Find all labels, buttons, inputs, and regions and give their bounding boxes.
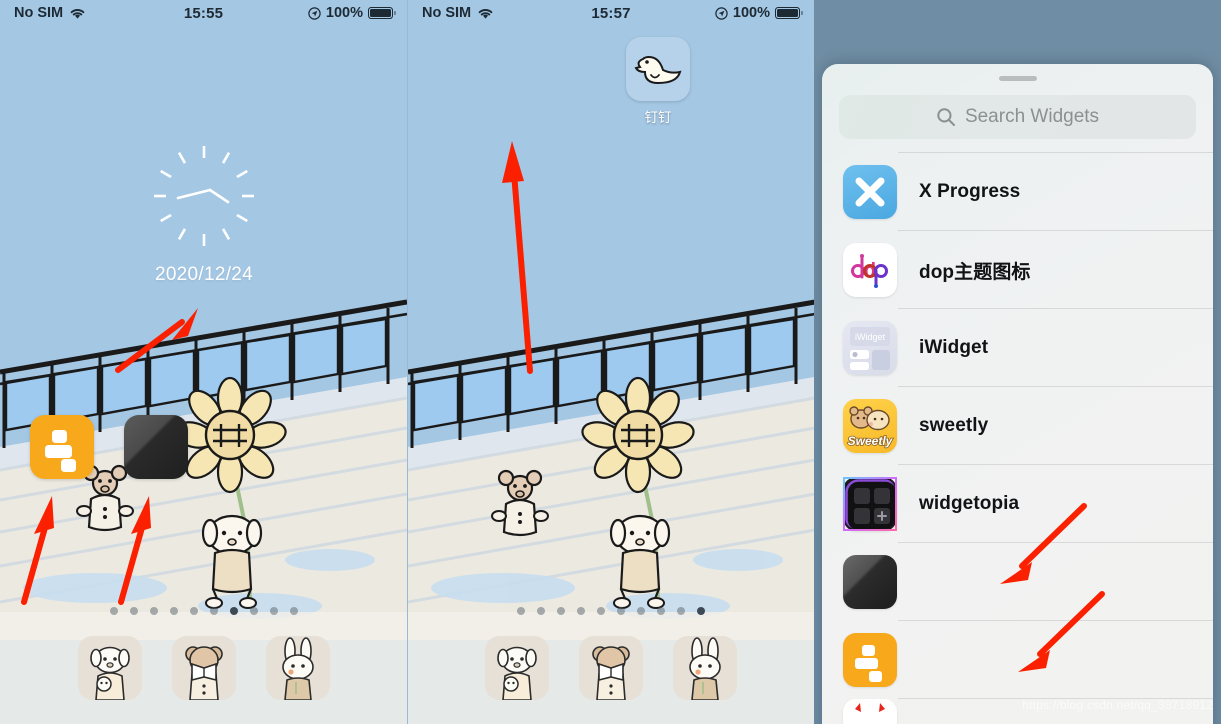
orange-icon-art xyxy=(30,415,94,479)
clock-face xyxy=(148,140,260,252)
minimal-clock-widget[interactable]: 2020/12/24 xyxy=(148,140,260,286)
dock-icon-rabbit[interactable] xyxy=(673,636,737,700)
widget-list-item-dark[interactable] xyxy=(822,543,1213,621)
page-dot[interactable] xyxy=(637,607,645,615)
widget-list-item-orange[interactable] xyxy=(822,621,1213,699)
widget-list-item-label: sweetly xyxy=(919,415,989,436)
widget-gallery-panel: Search Widgets X Progress d o xyxy=(814,0,1221,724)
widgetopia-app-icon xyxy=(843,477,897,531)
duck-icon-art xyxy=(626,37,690,101)
battery-full-icon xyxy=(775,7,803,19)
page-dot[interactable] xyxy=(149,607,158,615)
app-label: 钉钉 xyxy=(644,110,672,125)
widget-list-item-label: dop主题图标 xyxy=(919,261,1031,283)
dock xyxy=(408,612,814,724)
dop-app-icon: d o xyxy=(843,243,897,297)
dock-icon-bear-reading[interactable] xyxy=(579,636,643,700)
partial-white-red-app-icon xyxy=(843,699,897,724)
widget-list-item-label: widgetopia xyxy=(919,493,1020,514)
status-bar: No SIM 15:57 100% xyxy=(408,0,814,26)
svg-text:iWidget: iWidget xyxy=(855,332,886,342)
svg-text:Sweetly: Sweetly xyxy=(848,434,894,448)
search-icon xyxy=(937,108,955,126)
widget-list: X Progress d o xyxy=(822,152,1213,724)
widget-list-item-x-progress[interactable]: X Progress xyxy=(822,152,1213,231)
status-bar: No SIM 15:55 100% xyxy=(0,0,407,26)
page-dot[interactable] xyxy=(557,607,565,615)
page-dot[interactable] xyxy=(189,607,198,615)
dock-icon-dog[interactable] xyxy=(77,636,142,700)
widget-orange-app-icon[interactable] xyxy=(30,415,94,484)
page-dot[interactable] xyxy=(577,607,585,615)
location-arrow-icon xyxy=(308,6,321,20)
dark-glossy-app-icon[interactable] xyxy=(124,415,188,484)
screenshot-root: No SIM 15:55 100% 2020/12/24 No SIM 15:5… xyxy=(0,0,1221,724)
page-dot[interactable] xyxy=(269,607,278,615)
widget-list-item-widgetopia[interactable]: widgetopia xyxy=(822,465,1213,543)
widget-list-item-label: X Progress xyxy=(919,181,1021,202)
battery-full-icon xyxy=(368,7,396,19)
widget-gallery-sheet: Search Widgets X Progress d o xyxy=(822,64,1213,724)
sheet-grabber[interactable] xyxy=(998,76,1037,81)
iwidget-app-icon: iWidget xyxy=(843,321,897,375)
x-progress-app-icon xyxy=(843,165,897,219)
dark-glossy-app-icon xyxy=(843,555,897,609)
widget-orange-app-icon xyxy=(843,633,897,687)
widget-list-item-iwidget[interactable]: iWidget iWidget xyxy=(822,309,1213,387)
page-dot[interactable] xyxy=(657,607,665,615)
page-dot[interactable] xyxy=(677,607,685,615)
search-placeholder: Search Widgets xyxy=(964,106,1100,127)
location-arrow-icon xyxy=(715,6,728,20)
page-dot[interactable] xyxy=(517,607,525,615)
dock-icon-rabbit[interactable] xyxy=(265,636,330,700)
page-dot[interactable] xyxy=(169,607,178,615)
widget-list-item-dop[interactable]: d o dop主题图标 xyxy=(822,231,1213,309)
widget-list-item-sweetly[interactable]: Sweetly sweetly xyxy=(822,387,1213,465)
dingtalk-app-icon[interactable]: 钉钉 xyxy=(626,37,690,126)
clock-date-label: 2020/12/24 xyxy=(154,264,254,285)
page-dot[interactable] xyxy=(129,607,138,615)
page-dot[interactable] xyxy=(597,607,605,615)
battery-percent-label: 100% xyxy=(325,5,363,21)
page-dot[interactable] xyxy=(537,607,545,615)
dock-icon-bear-reading[interactable] xyxy=(171,636,236,700)
page-indicator[interactable] xyxy=(408,607,814,615)
search-widgets-input[interactable]: Search Widgets xyxy=(839,95,1196,139)
dark-icon-art xyxy=(124,415,188,479)
watermark: https://blog.csdn.net/qq_38718912 xyxy=(1022,698,1213,712)
page-dot[interactable] xyxy=(617,607,625,615)
page-dot-active[interactable] xyxy=(229,607,238,615)
page-dot-active[interactable] xyxy=(697,607,705,615)
dock-icon-dog[interactable] xyxy=(485,636,549,700)
widget-list-item-label: iWidget xyxy=(919,337,989,358)
dock xyxy=(0,612,407,724)
battery-percent-label: 100% xyxy=(732,5,770,21)
page-dot[interactable] xyxy=(209,607,218,615)
iphone-home-screen-right: No SIM 15:57 100% 钉钉 xyxy=(407,0,814,724)
sweetly-app-icon: Sweetly xyxy=(843,399,897,453)
page-dot[interactable] xyxy=(289,607,298,615)
iphone-home-screen-left: No SIM 15:55 100% 2020/12/24 xyxy=(0,0,407,724)
page-dot[interactable] xyxy=(249,607,258,615)
page-indicator[interactable] xyxy=(0,607,407,615)
page-dot[interactable] xyxy=(109,607,118,615)
